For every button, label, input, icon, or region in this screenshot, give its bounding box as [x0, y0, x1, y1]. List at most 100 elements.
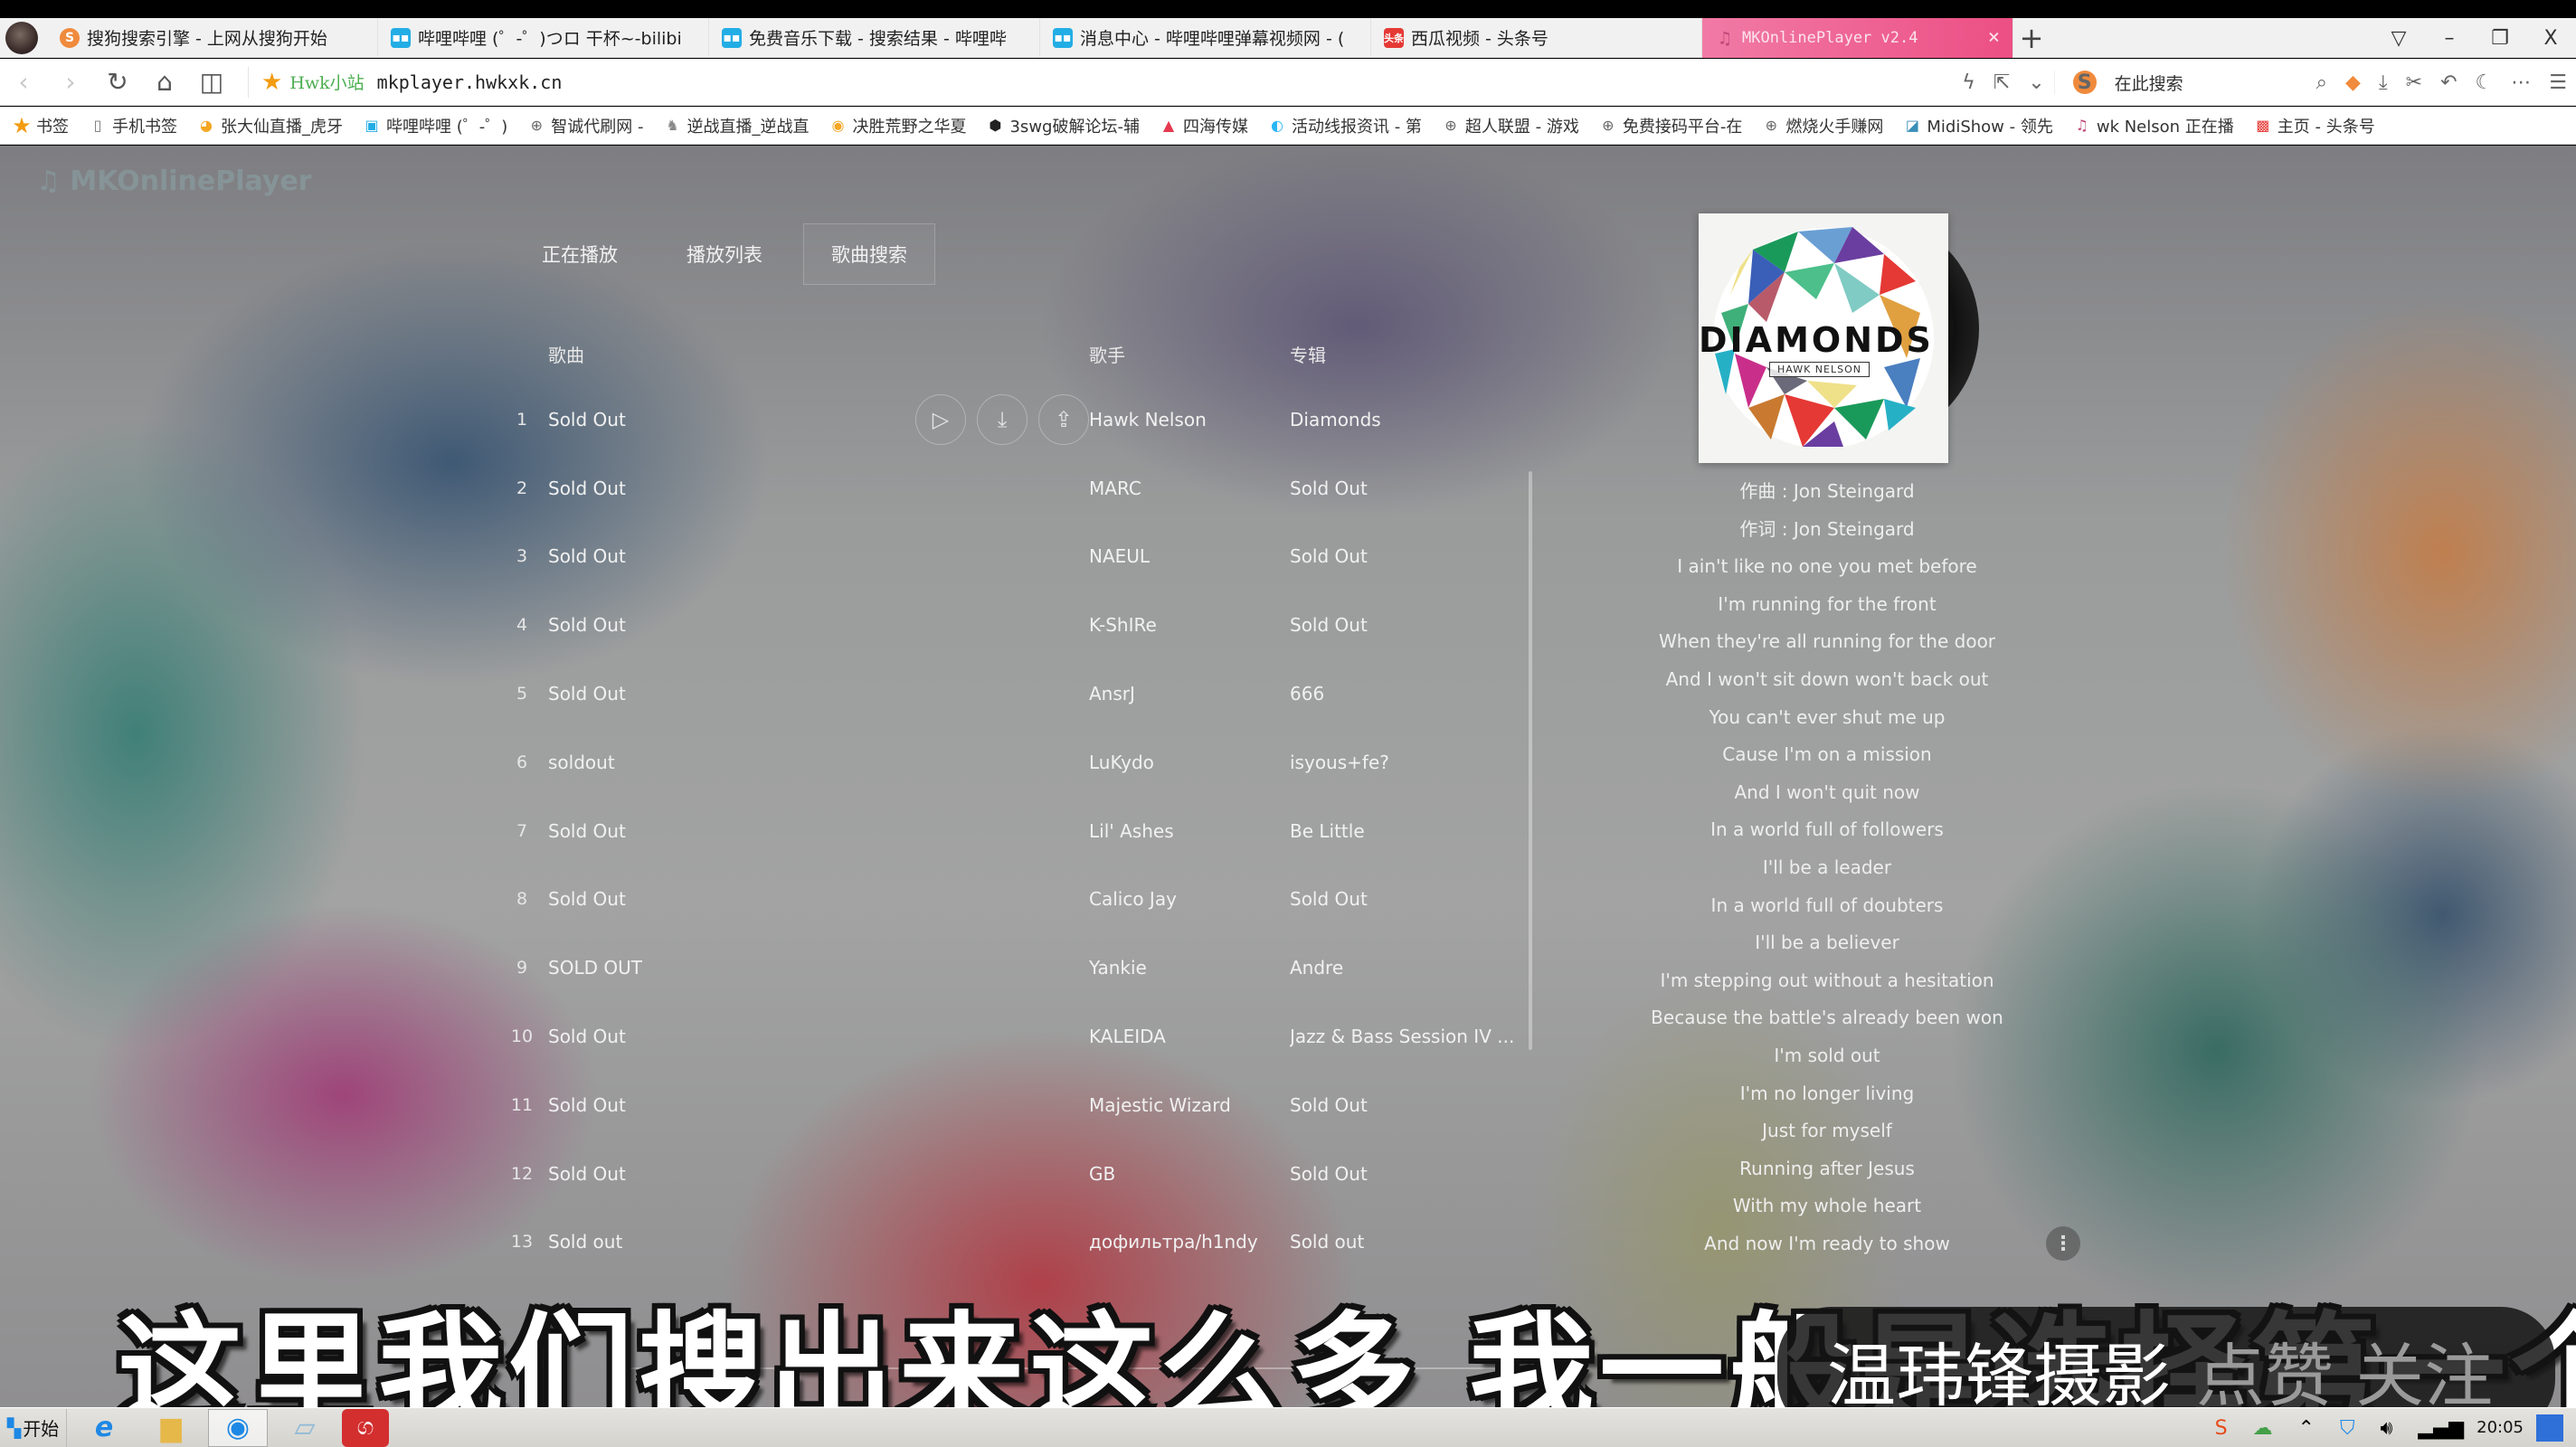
song-row[interactable]: 9 SOLD OUT Yankie Andre: [496, 933, 1536, 1002]
restore-button[interactable]: ❐: [2475, 27, 2525, 50]
album-art: DIAMONDS HAWK NELSON: [1699, 213, 1988, 467]
list-scrollbar[interactable]: [1529, 471, 1532, 1050]
close-tab-button[interactable]: ×: [1988, 26, 2000, 49]
song-artist: дофильтра/h1ndy: [1089, 1231, 1258, 1253]
search-icon[interactable]: ⌕: [2316, 71, 2327, 94]
lyric-line: And now I'm ready to show: [1704, 1232, 1950, 1254]
bookmark-item[interactable]: ◐ 活动线报资讯 - 第: [1268, 114, 1422, 137]
song-row[interactable]: 5 Sold Out AnsrJ 666: [496, 659, 1536, 728]
song-title: Sold Out: [548, 1162, 626, 1185]
sogou-ime-icon[interactable]: S: [2215, 1417, 2228, 1440]
tray-expand-icon[interactable]: ⌃: [2298, 1417, 2315, 1440]
minimize-button[interactable]: –: [2424, 27, 2475, 50]
lyric-line: I'm stepping out without a hesitation: [1660, 969, 1994, 991]
url-field[interactable]: mkplayer.hwkxk.cn: [377, 71, 563, 93]
security-shield-icon[interactable]: ⛉: [2340, 1417, 2355, 1440]
bookmark-star-icon[interactable]: ★: [261, 69, 282, 96]
night-mode-icon[interactable]: ☾: [2476, 71, 2494, 94]
back-button[interactable]: ‹: [0, 67, 47, 97]
browser-tab-active[interactable]: ♫ MKOnlinePlayer v2.4 ×: [1702, 17, 2013, 58]
user-avatar[interactable]: [5, 21, 38, 54]
bookmark-item[interactable]: ⊕ 超人联盟 - 游戏: [1442, 114, 1579, 137]
new-tab-button[interactable]: +: [2013, 21, 2050, 55]
browser-tab[interactable]: ▪▪ 免费音乐下载 - 搜索结果 - 哔哩哔: [709, 17, 1040, 58]
song-row[interactable]: 11 Sold Out Majestic Wizard Sold Out: [496, 1071, 1536, 1140]
bookmark-item[interactable]: ★ 书签: [13, 114, 69, 137]
tab-playlist[interactable]: 播放列表: [658, 223, 791, 285]
lyric-line: Because the battle's already been won: [1651, 1007, 2003, 1029]
download-icon[interactable]: ⤓: [977, 393, 1028, 445]
close-window-button[interactable]: X: [2525, 27, 2576, 50]
netease-music-icon[interactable]: ග: [342, 1408, 389, 1447]
share-icon[interactable]: ⇱: [1994, 71, 2010, 94]
download-icon[interactable]: ⤓: [2379, 71, 2388, 94]
bookmark-item[interactable]: ⊕ 免费接码平台-在: [1599, 114, 1742, 137]
bookmark-item[interactable]: ♞ 逆战直播_逆战直: [663, 114, 809, 137]
volume-icon[interactable]: 🔊︎: [2380, 1417, 2392, 1440]
reader-button[interactable]: ◫: [188, 67, 235, 97]
lyric-line: Just for myself: [1762, 1120, 1892, 1142]
song-row[interactable]: 2 Sold Out MARC Sold Out: [496, 454, 1536, 523]
bookmark-item[interactable]: ▲ 四海传媒: [1160, 114, 1248, 137]
forward-button[interactable]: ›: [47, 67, 94, 97]
reload-button[interactable]: ↻: [94, 67, 141, 97]
song-row[interactable]: 10 Sold Out KALEIDA Jazz & Bass Session IV …: [496, 1002, 1536, 1071]
bookmark-item[interactable]: ⊕ 燃烧火手赚网: [1762, 114, 1884, 137]
browser-tab[interactable]: ▪▪ 哔哩哔哩 (゜-゜)つロ 干杯~-bilibi: [378, 17, 709, 58]
home-button[interactable]: ⌂: [141, 67, 188, 97]
song-title: Sold Out: [548, 683, 626, 705]
search-input[interactable]: 在此搜索: [2115, 71, 2183, 95]
song-row[interactable]: 3 Sold Out NAEUL Sold Out: [496, 523, 1536, 591]
song-row[interactable]: 1 Sold Out ▷ ⤓ ⇪ Hawk Nelson Diamonds: [496, 385, 1536, 454]
bookmark-item[interactable]: ◉ 决胜荒野之华夏: [829, 114, 967, 137]
song-artist: Lil' Ashes: [1089, 819, 1174, 842]
song-row[interactable]: 13 Sold out дофильтра/h1ndy Sold out: [496, 1208, 1536, 1277]
ie-icon[interactable]: e: [74, 1409, 134, 1447]
tab-song-search[interactable]: 歌曲搜索: [803, 223, 935, 285]
show-desktop-button[interactable]: [2536, 1414, 2563, 1442]
bookmark-item[interactable]: ⬢ 3swg破解论坛-辅: [986, 114, 1140, 137]
clock[interactable]: 20:05: [2477, 1420, 2524, 1436]
screen-top-band: [0, 0, 2576, 18]
song-row[interactable]: 12 Sold Out GB Sold Out: [496, 1140, 1536, 1208]
tab-now-playing[interactable]: 正在播放: [514, 223, 646, 285]
browser-tab[interactable]: 头条 西瓜视频 - 头条号: [1371, 17, 1702, 58]
bookmark-item[interactable]: ▩ 主页 - 头条号: [2254, 114, 2375, 137]
song-number: 12: [510, 1163, 534, 1184]
bookmark-item[interactable]: ◕ 张大仙直播_虎牙: [197, 114, 343, 137]
lightning-icon[interactable]: ϟ: [1962, 71, 1975, 94]
bookmark-item[interactable]: ▯ 手机书签: [89, 114, 177, 137]
network-icon[interactable]: ▂▄▆: [2418, 1417, 2464, 1440]
folder-icon[interactable]: ▆: [141, 1409, 201, 1447]
game-icon[interactable]: ◆: [2345, 71, 2361, 94]
wechat-icon[interactable]: ☁: [2253, 1417, 2273, 1440]
undo-icon[interactable]: ↶: [2440, 71, 2457, 94]
share-icon[interactable]: ⇪: [1038, 393, 1089, 445]
song-row[interactable]: 4 Sold Out K-ShIRe Sold Out: [496, 591, 1536, 659]
song-album: Sold out: [1290, 1231, 1365, 1253]
more-options-button[interactable]: ⋮: [2046, 1226, 2080, 1261]
start-button[interactable]: ▚ 开始: [0, 1408, 67, 1447]
bookmark-item[interactable]: ⊕ 智诚代刷网 -: [527, 114, 644, 137]
song-row[interactable]: 7 Sold Out Lil' Ashes Be Little: [496, 797, 1536, 865]
chevron-down-icon[interactable]: ⌄: [2028, 71, 2044, 94]
song-row[interactable]: 8 Sold Out Calico Jay Sold Out: [496, 865, 1536, 934]
bookmark-item[interactable]: ▣ 哔哩哔哩 (゜-゜): [363, 114, 507, 137]
song-number: 6: [516, 752, 528, 772]
bookmark-item[interactable]: ♫ wk Nelson 正在播: [2073, 114, 2234, 137]
bookmark-label: 燃烧火手赚网: [1785, 117, 1884, 137]
browser-tab[interactable]: ▪▪ 消息中心 - 哔哩哔哩弹幕视频网 - (: [1040, 17, 1371, 58]
more-icon[interactable]: ⋯: [2511, 71, 2531, 94]
song-row[interactable]: 6 soldout LuKydo isyous+fe?: [496, 728, 1536, 797]
skin-menu-button[interactable]: ▽: [2373, 27, 2424, 50]
game-icon: ♞: [666, 117, 679, 134]
browser-icon[interactable]: ◉: [208, 1408, 268, 1447]
bookmark-item[interactable]: ◪ MidiShow - 领先: [1903, 114, 2053, 137]
search-box[interactable]: S 在此搜索: [2053, 70, 2307, 95]
scissors-icon[interactable]: ✂: [2406, 71, 2422, 94]
app-logo[interactable]: ♫ MKOnlinePlayer: [36, 166, 312, 197]
menu-icon[interactable]: ☰: [2549, 71, 2567, 94]
browser-tab[interactable]: S 搜狗搜索引擎 - 上网从搜狗开始: [47, 17, 378, 58]
play-icon[interactable]: ▷: [915, 393, 966, 445]
notepad-icon[interactable]: ▱: [275, 1409, 335, 1447]
